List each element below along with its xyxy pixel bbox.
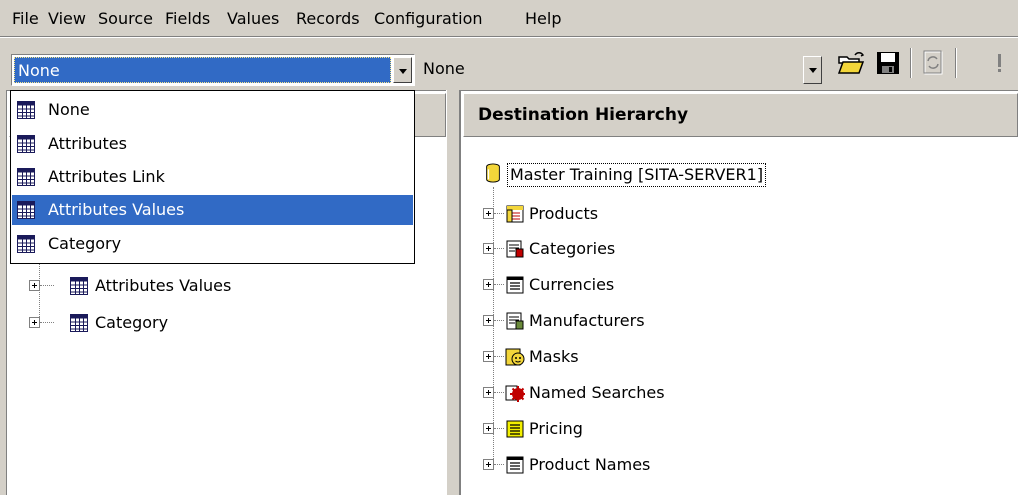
tree-connector bbox=[494, 428, 504, 429]
tree-connector bbox=[494, 356, 504, 357]
dropdown-option[interactable]: Category bbox=[12, 229, 413, 259]
dropdown-option[interactable]: None bbox=[12, 95, 413, 125]
expand-icon[interactable] bbox=[29, 280, 40, 291]
destination-tree-label: Products bbox=[529, 204, 599, 223]
expand-icon[interactable] bbox=[483, 279, 494, 290]
menu-fields[interactable]: Fields bbox=[165, 9, 210, 28]
expand-icon[interactable] bbox=[483, 351, 494, 362]
table-icon bbox=[17, 135, 35, 153]
dropdown-option-label: None bbox=[48, 100, 90, 119]
table-icon bbox=[17, 201, 35, 219]
toolbar-separator-2 bbox=[955, 48, 957, 78]
expand-icon[interactable] bbox=[483, 208, 494, 219]
expand-icon[interactable] bbox=[483, 315, 494, 326]
dropdown-option[interactable]: Attributes bbox=[12, 129, 413, 159]
destination-pane-header: Destination Hierarchy bbox=[463, 93, 1018, 137]
source-tree-label: Category bbox=[95, 313, 169, 332]
destination-table-combo-value[interactable]: None bbox=[420, 56, 801, 84]
menu-file[interactable]: File bbox=[12, 9, 39, 28]
pane-splitter[interactable] bbox=[446, 90, 460, 495]
pricing-table-icon bbox=[506, 420, 524, 438]
dropdown-option-selected[interactable]: Attributes Values bbox=[12, 195, 413, 225]
refresh-icon[interactable] bbox=[918, 48, 948, 78]
expand-icon[interactable] bbox=[483, 387, 494, 398]
destination-table-combo[interactable]: None bbox=[418, 54, 824, 86]
expand-icon[interactable] bbox=[483, 459, 494, 470]
tree-connector bbox=[494, 213, 504, 214]
product-names-table-icon bbox=[506, 456, 524, 474]
dropdown-option-label: Attributes Values bbox=[48, 200, 185, 219]
exclamation-icon[interactable] bbox=[990, 48, 1018, 78]
tree-line bbox=[39, 261, 40, 321]
table-icon bbox=[70, 277, 88, 295]
currencies-table-icon bbox=[506, 276, 524, 294]
destination-tree-label: Categories bbox=[529, 239, 616, 258]
table-icon bbox=[17, 101, 35, 119]
masks-icon bbox=[505, 348, 525, 366]
save-icon[interactable] bbox=[873, 48, 903, 78]
expand-icon[interactable] bbox=[29, 317, 40, 328]
menu-records[interactable]: Records bbox=[296, 9, 360, 28]
menu-configuration[interactable]: Configuration bbox=[374, 9, 483, 28]
tree-connector bbox=[494, 248, 504, 249]
toolbar-separator bbox=[910, 48, 912, 78]
expand-icon[interactable] bbox=[483, 423, 494, 434]
table-icon bbox=[17, 168, 35, 186]
destination-tree-label: Product Names bbox=[529, 455, 651, 474]
source-table-combo[interactable]: None bbox=[11, 54, 415, 86]
tree-connector bbox=[494, 464, 504, 465]
manufacturers-table-icon bbox=[506, 312, 524, 330]
tree-connector bbox=[40, 285, 54, 286]
table-icon bbox=[70, 314, 88, 332]
table-icon bbox=[17, 235, 35, 253]
source-table-combo-value[interactable]: None bbox=[14, 57, 391, 83]
tree-connector bbox=[494, 320, 504, 321]
expand-icon[interactable] bbox=[483, 243, 494, 254]
destination-tree-label: Currencies bbox=[529, 275, 615, 294]
tree-connector bbox=[494, 284, 504, 285]
menu-source[interactable]: Source bbox=[98, 9, 153, 28]
menu-help[interactable]: Help bbox=[525, 9, 561, 28]
menu-view[interactable]: View bbox=[48, 9, 86, 28]
categories-table-icon bbox=[506, 240, 524, 258]
menu-separator-highlight bbox=[0, 37, 1018, 38]
menu-values[interactable]: Values bbox=[227, 9, 279, 28]
source-combo-dropdown-button[interactable] bbox=[393, 57, 412, 83]
menu-bar: File View Source Fields Values Records C… bbox=[0, 0, 1018, 36]
dropdown-option-label: Category bbox=[48, 234, 122, 253]
destination-tree-label: Named Searches bbox=[529, 383, 665, 402]
toolbar: None None bbox=[0, 40, 1018, 86]
tree-connector bbox=[40, 322, 54, 323]
source-table-dropdown-list: None Attributes Attributes Link Attribut… bbox=[10, 90, 415, 264]
open-folder-icon[interactable] bbox=[836, 48, 866, 78]
dropdown-option-label: Attributes bbox=[48, 134, 127, 153]
destination-hierarchy-pane: Destination Hierarchy Master Training [S… bbox=[460, 90, 1018, 495]
destination-root-label: Master Training [SITA-SERVER1] bbox=[507, 163, 767, 187]
dropdown-option-label: Attributes Link bbox=[48, 167, 165, 186]
named-searches-icon bbox=[505, 385, 525, 402]
destination-tree-label: Pricing bbox=[529, 419, 583, 438]
dest-combo-dropdown-button[interactable] bbox=[803, 56, 822, 84]
destination-tree-label: Manufacturers bbox=[529, 311, 645, 330]
tree-connector bbox=[494, 392, 504, 393]
dropdown-option[interactable]: Attributes Link bbox=[12, 162, 413, 192]
destination-tree-label: Masks bbox=[529, 347, 579, 366]
source-tree-label: Attributes Values bbox=[95, 276, 232, 295]
products-table-icon bbox=[506, 205, 524, 223]
database-icon bbox=[486, 163, 500, 183]
